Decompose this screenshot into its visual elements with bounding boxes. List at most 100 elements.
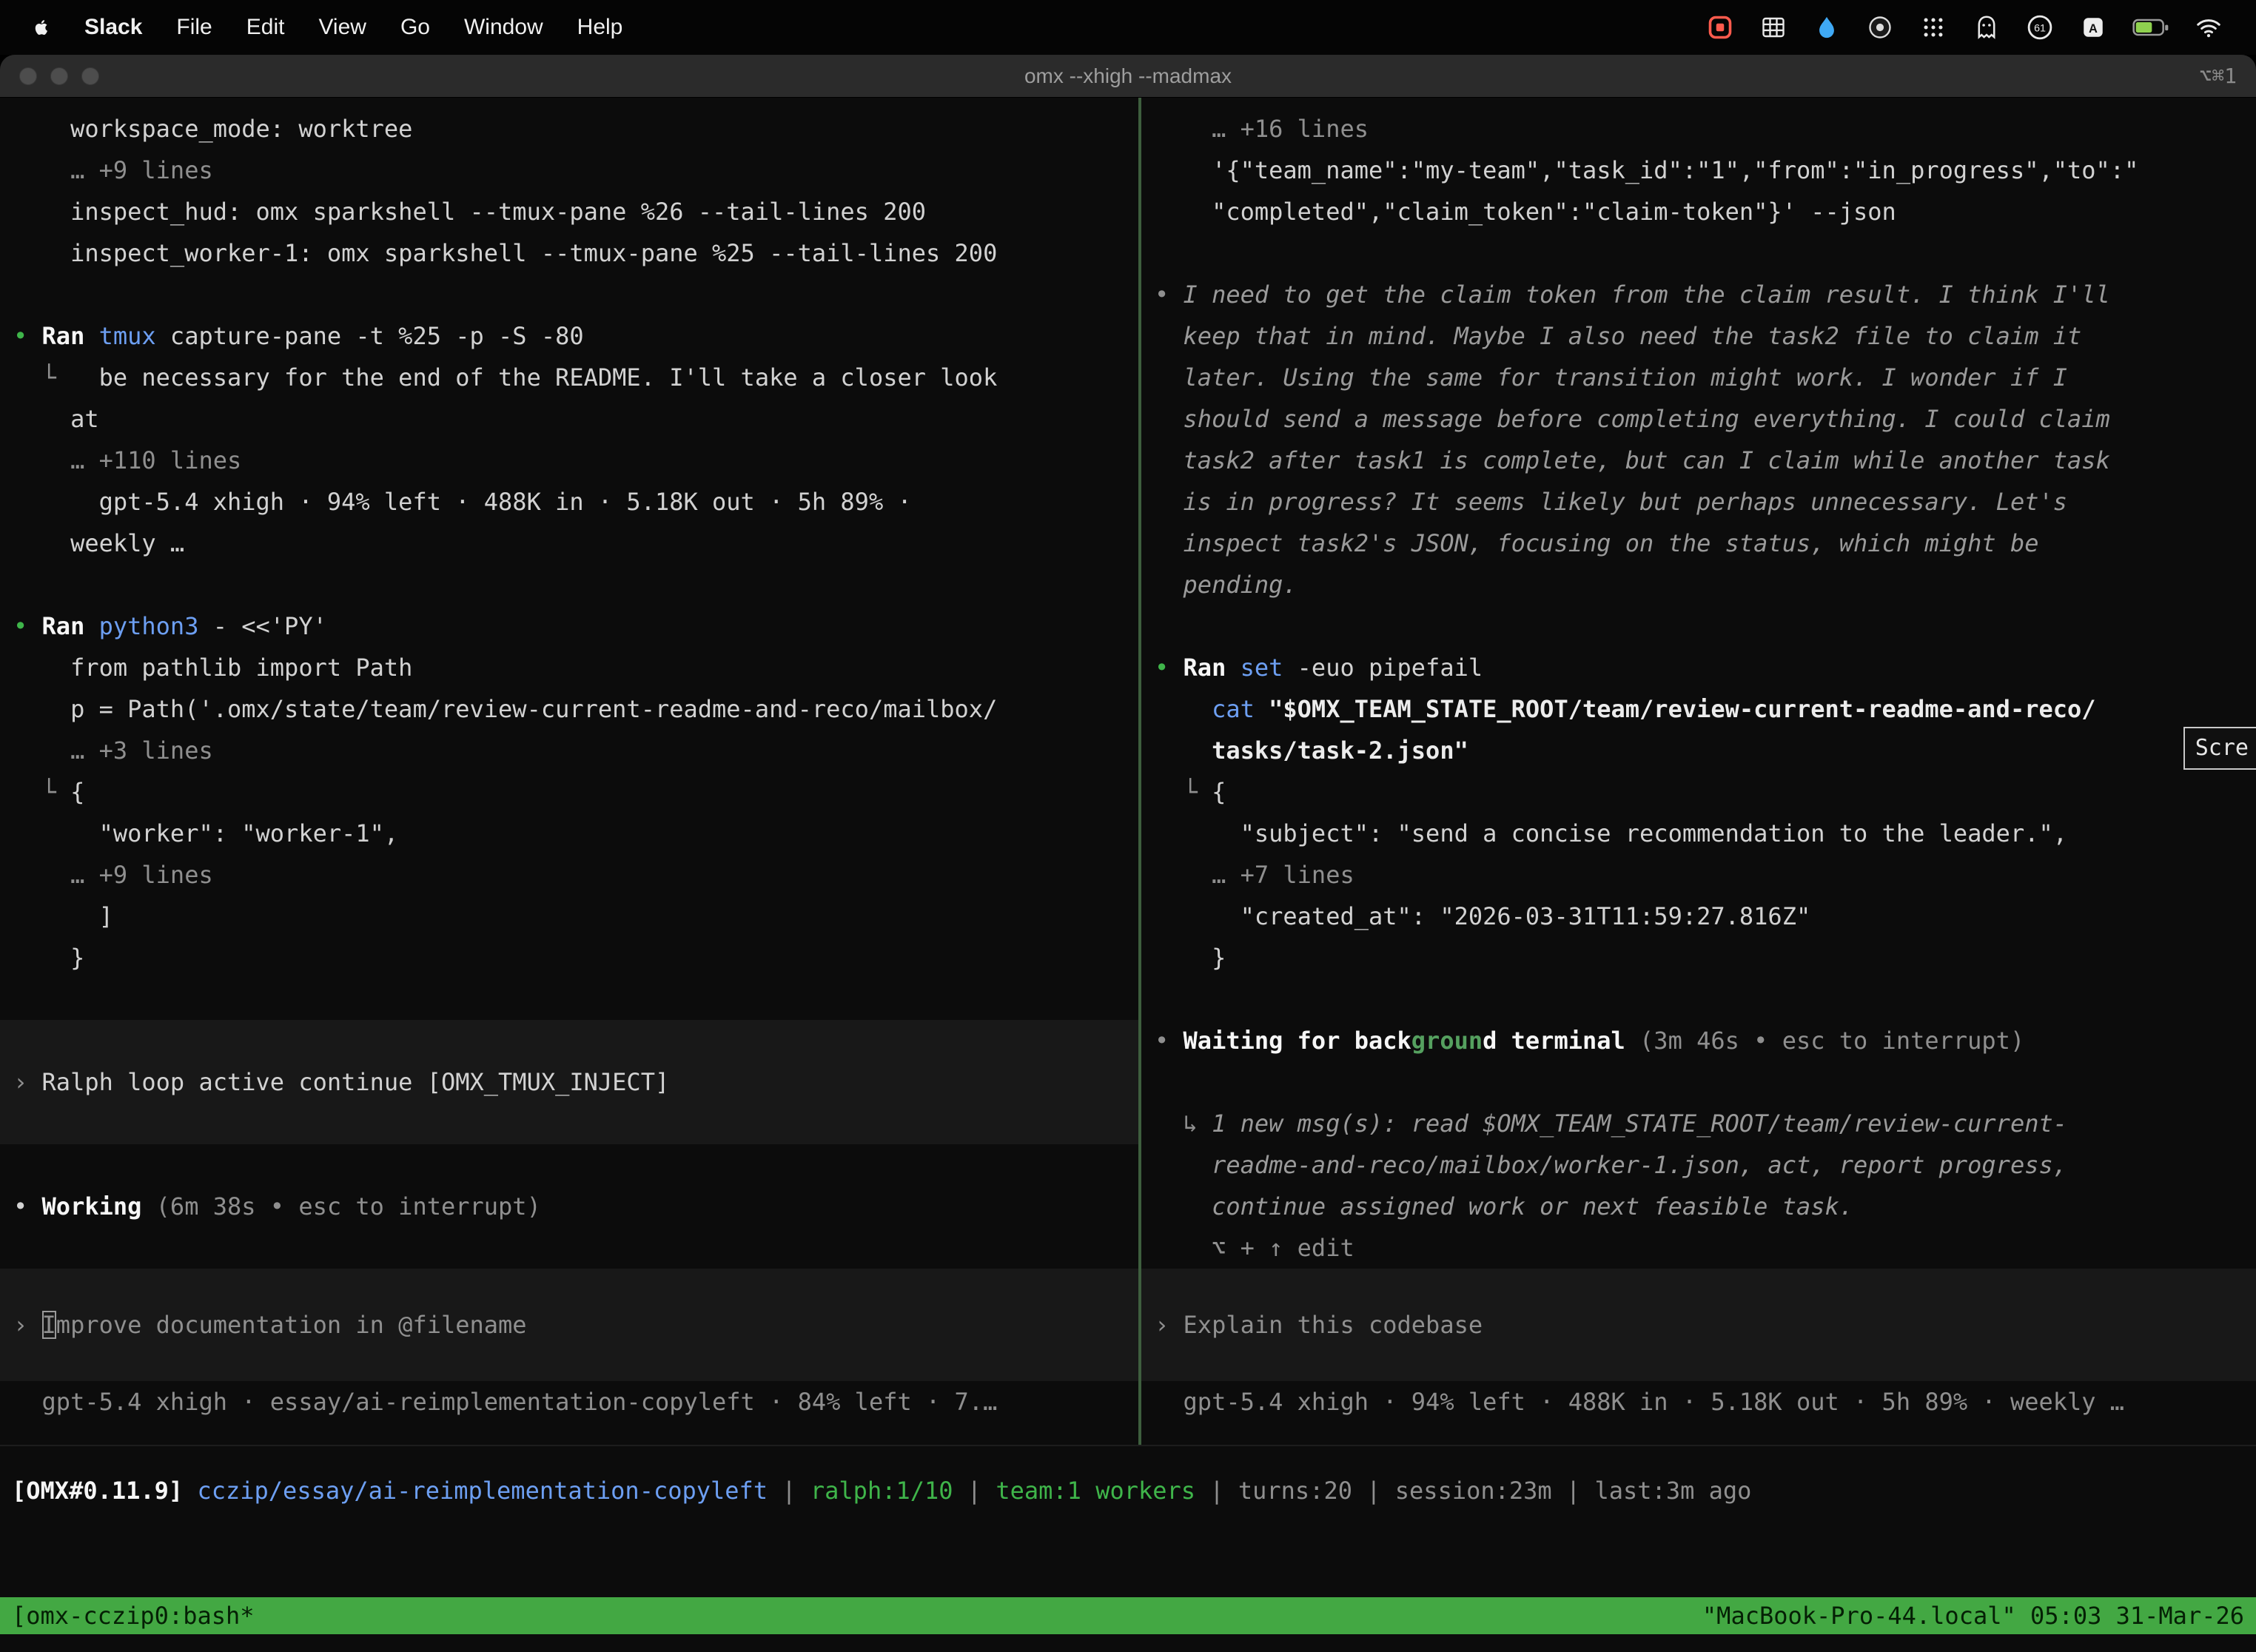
grid-icon[interactable]	[1759, 13, 1788, 42]
menu-status-icons: 61 A	[1705, 13, 2223, 42]
text-segment: should send a message before completing …	[1155, 405, 2110, 433]
menu-edit[interactable]: Edit	[246, 15, 285, 40]
battery-icon[interactable]	[2132, 13, 2170, 42]
text-segment: }	[13, 944, 84, 972]
terminal-line: inspect_worker-1: omx sparkshell --tmux-…	[0, 232, 1138, 274]
screen-record-icon[interactable]	[1705, 13, 1735, 42]
text-segment: continue assigned work or next feasible …	[1155, 1192, 1853, 1220]
text-segment: Waiting for back	[1184, 1027, 1411, 1055]
app-menu-slack[interactable]: Slack	[84, 15, 142, 40]
apple-menu[interactable]	[30, 16, 52, 38]
status-segment: cczip/essay/ai-reimplementation-copyleft	[197, 1477, 768, 1505]
text-segment	[1155, 736, 1212, 765]
tmux-pane-left[interactable]: workspace_mode: worktree … +9 lines insp…	[0, 98, 1138, 1445]
window-shortcut-hint: ⌥⌘1	[2199, 64, 2237, 88]
text-segment: ›	[1155, 1311, 1184, 1339]
text-segment: weekly …	[13, 529, 184, 557]
terminal-line: workspace_mode: worktree	[0, 108, 1138, 150]
text-segment: mprove documentation in @filename	[56, 1311, 527, 1339]
menu-view[interactable]: View	[318, 15, 366, 40]
prompt-input-right[interactable]: › Explain this codebase	[1141, 1269, 2256, 1381]
terminal-line: └ {	[1141, 771, 2256, 813]
text-segment: Working	[42, 1192, 156, 1220]
text-segment: d terminal	[1483, 1027, 1639, 1055]
terminal-line: "subject": "send a concise recommendatio…	[1141, 813, 2256, 854]
input-source-icon[interactable]: A	[2078, 13, 2108, 42]
text-segment: … +3 lines	[13, 736, 213, 765]
battery-percent-badge-icon[interactable]: 61	[2025, 13, 2055, 42]
queued-message-box[interactable]: › Ralph loop active continue [OMX_TMUX_I…	[0, 1020, 1138, 1144]
menu-help[interactable]: Help	[577, 15, 623, 40]
text-segment: {	[1212, 778, 1226, 806]
menu-file[interactable]: File	[176, 15, 212, 40]
text-segment: I	[42, 1311, 56, 1339]
tmux-host-time: "MacBook-Pro-44.local" 05:03 31-Mar-26	[1702, 1597, 2244, 1634]
terminal-line: "created_at": "2026-03-31T11:59:27.816Z"	[1141, 896, 2256, 937]
tmux-pane-right[interactable]: … +16 lines '{"team_name":"my-team","tas…	[1141, 98, 2256, 1445]
text-segment: Explain this codebase	[1184, 1311, 1483, 1339]
status-segment: session:23m	[1395, 1477, 1552, 1505]
terminal-line	[1141, 232, 2256, 274]
terminal-line: gpt-5.4 xhigh · 94% left · 488K in · 5.1…	[1141, 1381, 2256, 1423]
text-segment: inspect_worker-1: omx sparkshell --tmux-…	[13, 239, 997, 267]
terminal-line: p = Path('.omx/state/team/review-current…	[0, 688, 1138, 730]
terminal-line: └ {	[0, 771, 1138, 813]
text-segment: keep that in mind. Maybe I also need the…	[1155, 322, 2081, 350]
text-segment: •	[1155, 654, 1184, 682]
text-segment: ›	[13, 1311, 42, 1339]
wifi-icon[interactable]	[2194, 13, 2223, 42]
text-segment	[1155, 695, 1212, 723]
text-segment: "worker": "worker-1",	[13, 819, 398, 847]
text-segment: ⌥ + ↑ edit	[1155, 1234, 1354, 1262]
text-segment: p = Path('.omx/state/team/review-current…	[13, 695, 997, 723]
text-segment: tasks/task-2.json"	[1212, 736, 1468, 765]
terminal-line: └ be necessary for the end of the README…	[0, 357, 1138, 398]
status-segment: |	[1195, 1477, 1238, 1505]
close-button[interactable]	[19, 67, 37, 85]
text-segment: ›	[13, 1068, 42, 1096]
battery-percent-text: 61	[2034, 22, 2046, 34]
title-bar[interactable]: omx --xhigh --madmax ⌥⌘1	[0, 55, 2256, 98]
terminal-line: tasks/task-2.json"	[1141, 730, 2256, 771]
text-segment: at	[13, 405, 99, 433]
text-segment: -euo pipefail	[1297, 654, 1483, 682]
minimize-button[interactable]	[50, 67, 68, 85]
text-segment: "subject": "send a concise recommendatio…	[1155, 819, 2067, 847]
terminal-line: }	[0, 937, 1138, 978]
terminal-line: '{"team_name":"my-team","task_id":"1","f…	[1141, 150, 2256, 191]
status-segment: |	[953, 1477, 996, 1505]
terminal-line: ]	[0, 896, 1138, 937]
terminal-line	[1141, 978, 2256, 1020]
text-segment: └	[13, 778, 70, 806]
text-segment: is in progress? It seems likely but perh…	[1155, 488, 2067, 516]
tmux-status-bar: [omx-cczip0:bash* "MacBook-Pro-44.local"…	[0, 1597, 2256, 1634]
terminal-line: pending.	[1141, 564, 2256, 605]
text-segment: gpt-5.4 xhigh · 94% left · 488K in · 5.1…	[13, 488, 912, 516]
terminal-line: … +9 lines	[0, 854, 1138, 896]
terminal-line: … +7 lines	[1141, 854, 2256, 896]
text-segment: … +9 lines	[13, 861, 213, 889]
ghost-icon[interactable]	[1972, 13, 2001, 42]
menu-go[interactable]: Go	[400, 15, 430, 40]
status-segment: turns:20	[1238, 1477, 1352, 1505]
terminal-line: gpt-5.4 xhigh · 94% left · 488K in · 5.1…	[0, 481, 1138, 523]
dots-grid-icon[interactable]	[1918, 13, 1948, 42]
terminal-line: gpt-5.4 xhigh · essay/ai-reimplementatio…	[0, 1381, 1138, 1423]
terminal-line	[0, 978, 1138, 1020]
text-segment: (3m 46s • esc to interrupt)	[1639, 1027, 2024, 1055]
zoom-button[interactable]	[81, 67, 99, 85]
status-segment: [OMX#0.11.9]	[12, 1477, 197, 1505]
menu-window[interactable]: Window	[464, 15, 543, 40]
prompt-input-left[interactable]: › Improve documentation in @filename	[0, 1269, 1138, 1381]
terminal-line: • Ran python3 - <<'PY'	[0, 605, 1138, 647]
text-segment: inspect task2's JSON, focusing on the st…	[1155, 529, 2038, 557]
tmux-session: workspace_mode: worktree … +9 lines insp…	[0, 98, 2256, 1446]
text-segment: •	[13, 612, 42, 640]
text-segment: •	[1155, 281, 1184, 309]
omx-status-line: [OMX#0.11.9] cczip/essay/ai-reimplementa…	[12, 1470, 2256, 1511]
text-segment: Ran	[1184, 654, 1241, 682]
disc-icon[interactable]	[1865, 13, 1895, 42]
text-segment: capture-pane -t %25 -p -S -80	[170, 322, 584, 350]
terminal-line: weekly …	[0, 523, 1138, 564]
droplet-icon[interactable]	[1812, 13, 1842, 42]
